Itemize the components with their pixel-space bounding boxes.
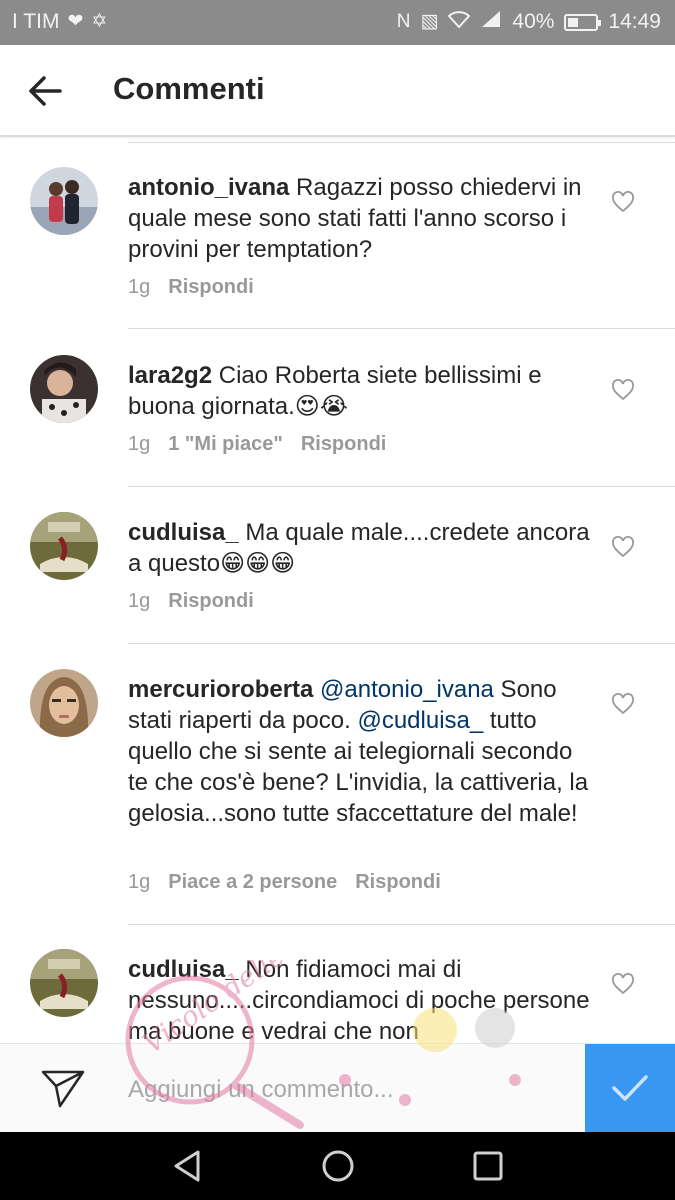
comment-meta: 1g 1 "Mi piace" Rispondi (128, 433, 386, 456)
clock: 14:49 (608, 10, 661, 33)
heart-rate-icon: ❤ (67, 11, 84, 32)
post-comment-button[interactable] (585, 1044, 675, 1133)
carrier-label: I TIM (12, 10, 60, 33)
comment-time: 1g (128, 590, 151, 612)
divider (128, 142, 675, 143)
avatar[interactable] (30, 355, 98, 423)
comment-meta: 1g Rispondi (128, 590, 254, 613)
heart-icon[interactable] (611, 379, 635, 401)
comment-text: cudluisa_ Ma quale male....credete ancor… (128, 517, 590, 579)
heart-icon[interactable] (611, 536, 635, 558)
divider (128, 486, 675, 487)
reply-button[interactable]: Rispondi (168, 590, 254, 613)
comment-time: 1g (128, 433, 151, 455)
vibrate-icon: ▧ (420, 11, 439, 32)
system-nav-bar (0, 1132, 675, 1200)
divider (128, 924, 675, 925)
comment-time: 1g (128, 871, 151, 893)
heart-icon[interactable] (611, 693, 635, 715)
comments-list[interactable]: antonio_ivana Ragazzi posso chiedervi in… (0, 142, 675, 1042)
comment-input-bar (0, 1043, 675, 1133)
reply-button[interactable]: Rispondi (301, 433, 387, 456)
comment-time: 1g (128, 276, 151, 298)
heart-icon[interactable] (611, 973, 635, 995)
checkmark-icon (612, 1075, 648, 1101)
signal-icon (480, 10, 502, 34)
battery-percent: 40% (512, 10, 555, 33)
divider (128, 643, 675, 644)
comment-text: cudluisa_ Non fidiamoci mai di nessuno..… (128, 954, 590, 1042)
comment-text: antonio_ivana Ragazzi posso chiedervi in… (128, 172, 590, 265)
mention-link[interactable]: @cudluisa_ (357, 707, 483, 734)
comment-text: lara2g2 Ciao Roberta siete bellissimi e … (128, 360, 590, 422)
comment-meta: 1g Piace a 2 persone Rispondi (128, 871, 441, 894)
status-bar: I TIM ❤ ✡ N ▧ 40% 14:49 (0, 0, 675, 45)
comment-username[interactable]: mercurioroberta (128, 676, 313, 703)
avatar[interactable] (30, 669, 98, 737)
divider (128, 328, 675, 329)
send-icon[interactable] (40, 1066, 86, 1110)
comment-text: mercurioroberta @antonio_ivana Sono stat… (128, 674, 590, 829)
comment-meta: 1g Rispondi (128, 276, 254, 299)
avatar[interactable] (30, 167, 98, 235)
back-arrow-icon[interactable] (24, 69, 68, 113)
comment-username[interactable]: antonio_ivana (128, 174, 289, 201)
battery-icon (564, 13, 602, 31)
nfc-icon: N (396, 11, 411, 32)
header-bar: Commenti (0, 45, 675, 137)
nav-back-icon[interactable] (170, 1148, 206, 1184)
reply-button[interactable]: Rispondi (355, 871, 441, 894)
nav-home-icon[interactable] (320, 1148, 356, 1184)
reply-button[interactable]: Rispondi (168, 276, 254, 299)
comment-username[interactable]: lara2g2 (128, 362, 212, 389)
avatar[interactable] (30, 949, 98, 1017)
nav-recents-icon[interactable] (470, 1148, 506, 1184)
comment-username[interactable]: cudluisa_ (128, 956, 239, 983)
page-title: Commenti (113, 71, 265, 106)
pinwheel-icon: ✡ (91, 11, 108, 32)
wifi-icon (447, 10, 471, 34)
heart-icon[interactable] (611, 191, 635, 213)
comment-username[interactable]: cudluisa_ (128, 519, 239, 546)
likes-count-button[interactable]: 1 "Mi piace" (168, 433, 283, 456)
comment-input[interactable] (126, 1070, 570, 1110)
mention-link[interactable]: @antonio_ivana (313, 676, 494, 703)
likes-count-button[interactable]: Piace a 2 persone (168, 871, 337, 894)
avatar[interactable] (30, 512, 98, 580)
